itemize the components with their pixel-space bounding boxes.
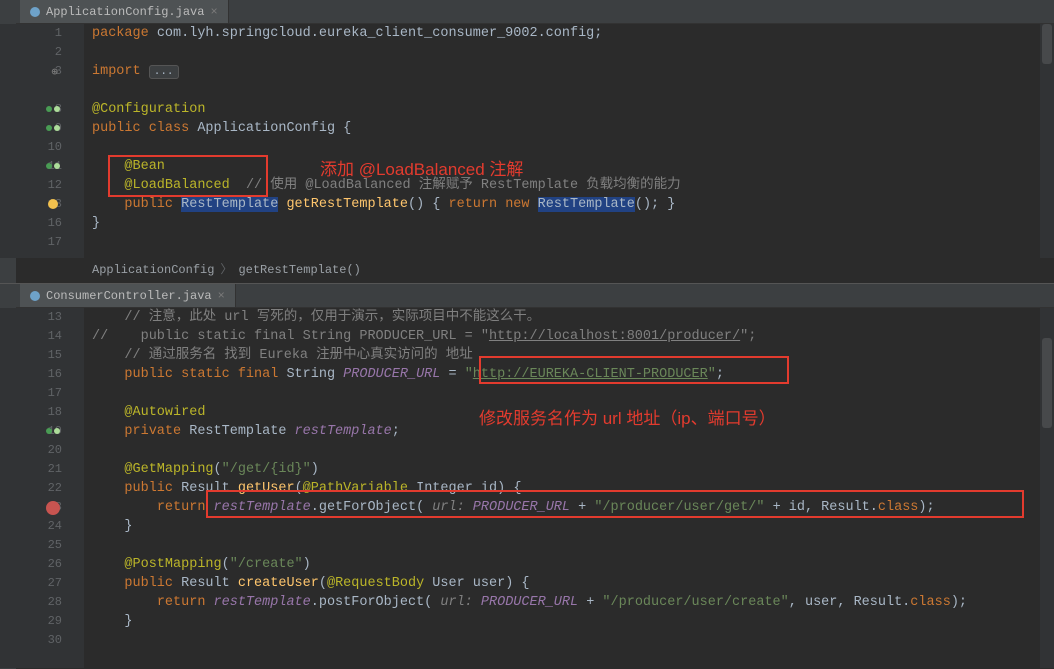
- editor-pane-bottom: ConsumerController.java × 13 14 15 16 17…: [0, 283, 1054, 669]
- editor-top[interactable]: 1 2 3⊕ 8 9 10 11 12 13 16 17 package com…: [0, 24, 1054, 258]
- code-area-top[interactable]: package com.lyh.springcloud.eureka_clien…: [84, 24, 1054, 258]
- crumb-method[interactable]: getRestTemplate(): [238, 258, 360, 282]
- tab-label: ApplicationConfig.java: [46, 5, 204, 19]
- gutter-bottom: 13 14 15 16 17 18 19 20 21 22 23 24 25 2…: [0, 308, 84, 668]
- tab-bar-bottom: ConsumerController.java ×: [0, 284, 1054, 308]
- tab-bar-top: ApplicationConfig.java ×: [0, 0, 1054, 24]
- tab-application-config[interactable]: ApplicationConfig.java ×: [20, 0, 229, 23]
- code-area-bottom[interactable]: // 注意，此处 url 写死的，仅用于演示，实际项目中不能这么干。 // pu…: [84, 308, 1054, 668]
- scrollbar-top[interactable]: [1040, 24, 1054, 258]
- breadcrumb-top: ApplicationConfig 〉 getRestTemplate(): [0, 258, 1054, 282]
- leaf-gutter-icon[interactable]: [46, 160, 60, 174]
- folded-imports[interactable]: ...: [149, 65, 179, 79]
- editor-pane-top: ApplicationConfig.java × 1 2 3⊕ 8 9 10 1…: [0, 0, 1054, 283]
- crumb-class[interactable]: ApplicationConfig: [92, 258, 214, 282]
- breakpoint-icon[interactable]: [46, 501, 60, 515]
- scrollbar-bottom[interactable]: [1040, 308, 1054, 668]
- class-icon: [30, 7, 40, 17]
- tab-label: ConsumerController.java: [46, 289, 212, 303]
- class-icon: [30, 291, 40, 301]
- bean-gutter-icon[interactable]: [46, 425, 60, 439]
- bean-gutter-icon[interactable]: [46, 103, 60, 117]
- editor-bottom[interactable]: 13 14 15 16 17 18 19 20 21 22 23 24 25 2…: [0, 308, 1054, 668]
- gutter-top: 1 2 3⊕ 8 9 10 11 12 13 16 17: [0, 24, 84, 258]
- bean-gutter-icon[interactable]: [46, 122, 60, 136]
- close-icon[interactable]: ×: [218, 289, 225, 303]
- bulb-icon[interactable]: [46, 198, 60, 212]
- close-icon[interactable]: ×: [210, 5, 217, 19]
- tab-consumer-controller[interactable]: ConsumerController.java ×: [20, 284, 236, 307]
